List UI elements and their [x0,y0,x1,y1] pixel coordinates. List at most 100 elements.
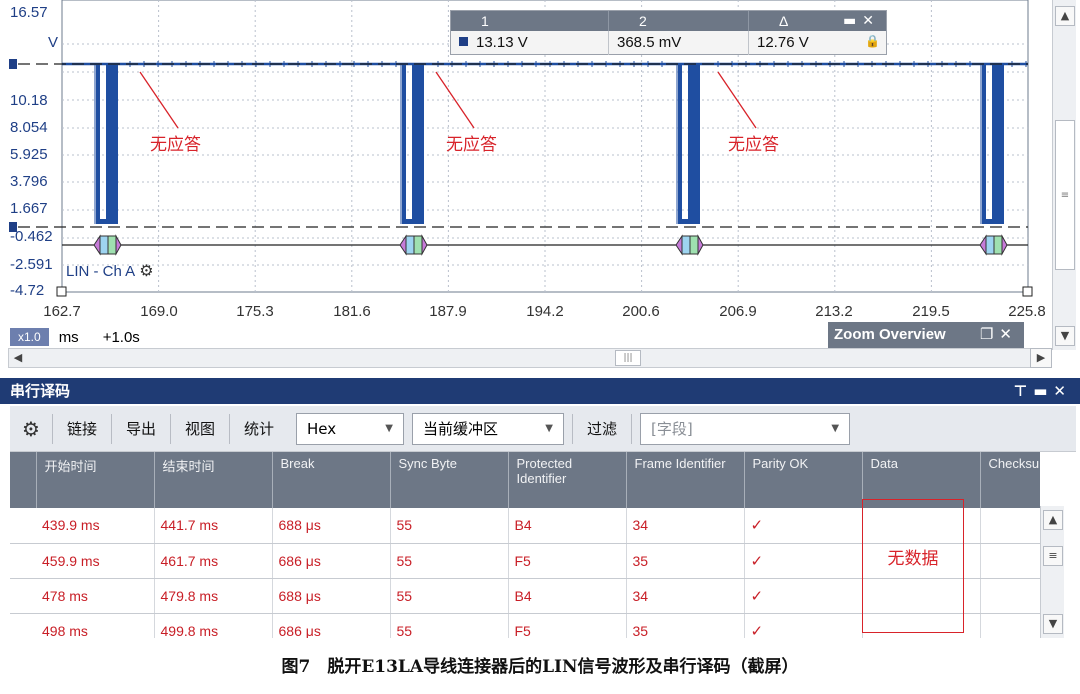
chevron-down-icon: ▼ [545,423,553,434]
wave-break-pulse [982,64,986,224]
table-cell: 35 [626,613,745,638]
scroll-right-button[interactable]: ▶ [1030,348,1052,368]
lock-icon[interactable]: 🔒 [865,34,880,48]
channel-marker-upper[interactable] [9,59,17,69]
table-cell: 686 μs [272,543,391,579]
wave-low-segment [986,219,992,224]
scroll-down-button[interactable]: ▼ [1043,614,1063,634]
table-cell: 686 μs [272,613,391,638]
y-axis-unit: V [48,34,59,51]
y-tick: 5.925 [10,146,48,163]
scroll-up-button[interactable]: ▲ [1055,6,1075,26]
table-cell: 34 [626,578,745,614]
y-tick: 1.667 [10,200,48,217]
serial-decode-toolbar: ⚙ 链接 导出 视图 统计 Hex ▼ 当前缓冲区 ▼ 过滤 [字段] ▼ [10,406,1076,452]
y-axis-top-value: 16.57 [10,4,48,21]
table-cell: 479.8 ms [154,578,273,614]
x-tick: 181.6 [333,303,371,320]
wave-data-burst [688,64,700,224]
table-cell: 688 μs [272,508,391,544]
view-button[interactable]: 视图 [171,413,230,444]
serial-decode-panel-title: 串行译码 ⊤▬✕ [0,378,1080,404]
table-cell: F5 [508,613,627,638]
x-tick: 169.0 [140,303,178,320]
scroll-thumb[interactable]: ≡ [1055,120,1075,270]
gear-icon[interactable]: ⚙ [10,417,52,441]
time-bar: x1.0 ms +1.0s [10,328,140,346]
zoom-overview-bar[interactable]: Zoom Overview ❐✕ [828,322,1024,348]
scroll-left-button[interactable]: ◀ [9,349,27,367]
filter-button[interactable]: 过滤 [572,413,633,444]
measurement-col-1: 1 [451,11,609,31]
buffer-select[interactable]: 当前缓冲区 ▼ [412,412,564,445]
x-tick: 194.2 [526,303,564,320]
packet-id-field [985,235,995,255]
scroll-down-button[interactable]: ▼ [1055,326,1075,346]
link-button[interactable]: 链接 [51,413,112,444]
table-cell: 441.7 ms [154,508,273,544]
chevron-down-icon: ▼ [831,423,840,434]
scroll-up-button[interactable]: ▲ [1043,510,1063,530]
table-cell: 55 [390,543,509,579]
table-cell [980,543,1040,579]
packet-end-marker [697,234,704,256]
zoom-overview-controls[interactable]: ❐✕ [980,322,1018,348]
stats-button[interactable]: 统计 [230,414,288,444]
x-tick: 187.9 [429,303,467,320]
table-cell: B4 [508,508,627,544]
column-header[interactable]: Parity OK [744,452,863,508]
x-tick: 225.8 [1008,303,1046,320]
column-header[interactable]: 开始时间 [36,452,155,508]
column-header[interactable]: Checksu [980,452,1040,508]
y-tick: -4.72 [10,282,45,299]
export-button[interactable]: 导出 [112,413,171,444]
table-cell: B4 [508,578,627,614]
column-header[interactable]: 结束时间 [154,452,273,508]
column-header[interactable]: Frame Identifier [626,452,745,508]
measurement-value-1: 13.13 V [476,34,528,51]
scroll-thumb[interactable]: ≡ [1043,546,1063,566]
decode-packet-marker [979,234,1008,256]
format-select[interactable]: Hex ▼ [296,412,404,445]
channel-label[interactable]: LIN - Ch A ⚙ [66,261,154,281]
wave-data-burst [992,64,1004,224]
field-select-placeholder: [字段] [651,420,693,438]
measurement-row: 13.13 V 368.5 mV 12.76 V [451,31,886,55]
no-response-annotation: 无应答 [446,135,497,155]
column-header[interactable]: Protected Identifier [508,452,627,508]
table-cell: 478 ms [36,578,155,614]
table-cell: 55 [390,613,509,638]
packet-id-field [405,235,415,255]
packet-end-marker [115,234,122,256]
scope-vertical-scrollbar[interactable]: ▲ ≡ ▼ [1052,0,1076,350]
table-cell: 498 ms [36,613,155,638]
x-tick: 162.7 [43,303,81,320]
table-cell: F5 [508,543,627,579]
time-scale-badge[interactable]: x1.0 [10,328,49,346]
zoom-overview-title: Zoom Overview [834,326,946,343]
serial-decode-title-text: 串行译码 [10,382,71,400]
table-cell [980,508,1040,544]
panel-window-controls[interactable]: ⊤▬✕ [1014,378,1072,404]
measurement-window-controls[interactable]: ▬✕ [843,11,880,31]
y-tick: -2.591 [10,256,53,273]
table-cell: 459.9 ms [36,543,155,579]
field-select[interactable]: [字段] ▼ [640,412,851,445]
time-unit: ms [58,328,79,346]
wave-break-pulse [96,64,100,224]
measurement-value-2: 368.5 mV [609,31,749,55]
figure-caption: 图7 脱开E13LA导线连接器后的LIN信号波形及串行译码（截屏） [281,657,799,677]
measurement-panel[interactable]: 1 2 Δ ▬✕ 13.13 V 368.5 mV 12.76 V 🔒 [450,10,887,55]
scroll-thumb[interactable]: ||| [615,350,641,366]
table-cell: 35 [626,543,745,579]
scope-horizontal-scrollbar[interactable]: ◀ ||| [8,348,1052,368]
wave-break-pulse [678,64,682,224]
decode-packet-marker [93,234,122,256]
x-tick: 213.2 [815,303,853,320]
gear-icon[interactable]: ⚙ [139,261,153,281]
column-header[interactable]: Sync Byte [390,452,509,508]
table-vertical-scrollbar[interactable]: ▲ ≡ ▼ [1040,506,1064,638]
column-header[interactable]: Break [272,452,391,508]
packet-id-field [99,235,109,255]
scope-view[interactable]: 16.57 V 10.18 8.054 5.925 3.796 1.667 -0… [0,0,1080,378]
